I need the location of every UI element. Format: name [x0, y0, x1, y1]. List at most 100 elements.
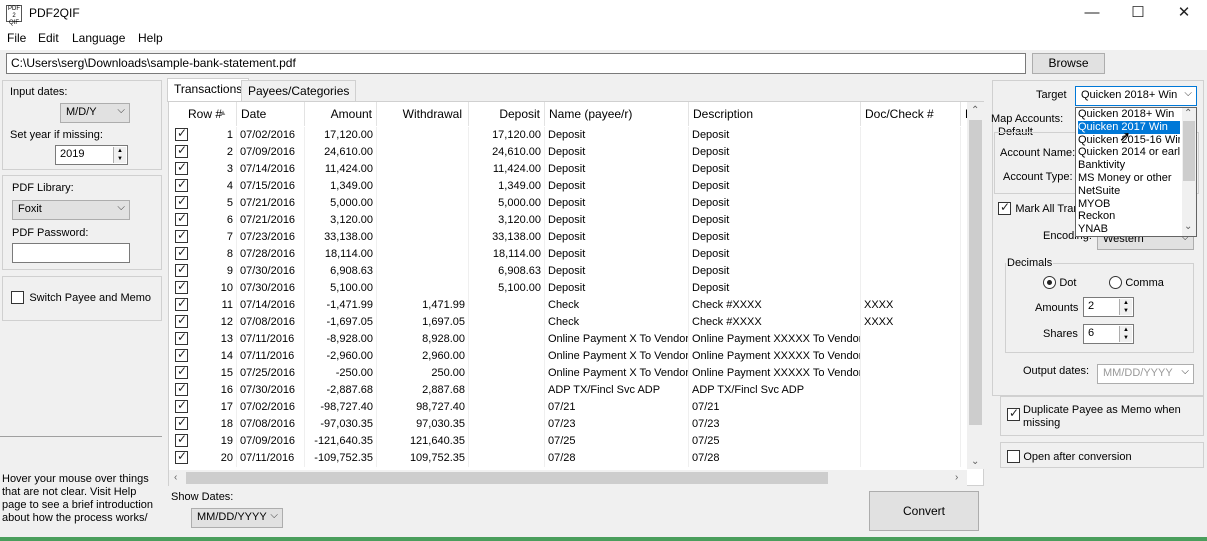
table-row[interactable]: 1807/08/2016-97,030.3597,030.35 07/2307/2… [169, 415, 969, 433]
cell-withdrawal[interactable]: 1,697.05 [377, 314, 469, 331]
cell-doc-check[interactable] [861, 382, 961, 399]
shares-field[interactable]: 6 ▲ ▼ [1083, 324, 1134, 344]
cell-withdrawal[interactable]: 8,928.00 [377, 331, 469, 348]
scroll-left-icon[interactable]: ‹ [174, 472, 177, 483]
cell-description[interactable]: 07/23 [689, 416, 861, 433]
column-header-name[interactable]: Name (payee/r) [545, 102, 689, 126]
cell-date[interactable]: 07/14/2016 [237, 161, 305, 178]
cell-amount[interactable]: 11,424.00 [305, 161, 377, 178]
cell-name[interactable]: Deposit [545, 178, 689, 195]
cell-doc-check[interactable] [861, 280, 961, 297]
cell-withdrawal[interactable]: 109,752.35 [377, 450, 469, 467]
column-header-deposit[interactable]: Deposit [469, 102, 545, 126]
cell-doc-check[interactable]: XXXX [861, 297, 961, 314]
cell-row-number[interactable]: 10 [193, 280, 237, 297]
cell-withdrawal[interactable]: 121,640.35 [377, 433, 469, 450]
target-select[interactable]: Quicken 2018+ Win ⌵ [1075, 86, 1197, 106]
dot-radio[interactable]: Dot [1043, 275, 1076, 290]
cell-deposit[interactable]: 11,424.00 [469, 161, 545, 178]
cell-row-number[interactable]: 4 [193, 178, 237, 195]
cell-amount[interactable]: 17,120.00 [305, 127, 377, 144]
dropdown-scroll-thumb[interactable] [1183, 121, 1195, 181]
cell-deposit[interactable] [469, 399, 545, 416]
cell-deposit[interactable]: 5,000.00 [469, 195, 545, 212]
cell-name[interactable]: 07/23 [545, 416, 689, 433]
cell-withdrawal[interactable]: 97,030.35 [377, 416, 469, 433]
cell-doc-check[interactable] [861, 212, 961, 229]
cell-deposit[interactable] [469, 450, 545, 467]
vertical-scroll-thumb[interactable] [969, 120, 982, 425]
cell-row-number[interactable]: 7 [193, 229, 237, 246]
table-row[interactable]: 2007/11/2016-109,752.35109,752.35 07/2807… [169, 449, 969, 467]
row-checkbox[interactable] [175, 126, 188, 141]
row-checkbox[interactable] [175, 194, 188, 209]
cell-deposit[interactable] [469, 416, 545, 433]
cell-amount[interactable]: 6,908.63 [305, 263, 377, 280]
table-row[interactable]: 507/21/20165,000.005,000.00DepositDeposi… [169, 194, 969, 212]
cell-description[interactable]: Deposit [689, 178, 861, 195]
cell-withdrawal[interactable] [377, 212, 469, 229]
row-checkbox[interactable] [175, 245, 188, 260]
row-checkbox[interactable] [175, 313, 188, 328]
cell-description[interactable]: Deposit [689, 144, 861, 161]
cell-amount[interactable]: -109,752.35 [305, 450, 377, 467]
table-row[interactable]: 307/14/201611,424.0011,424.00DepositDepo… [169, 160, 969, 178]
cell-name[interactable]: 07/21 [545, 399, 689, 416]
cell-withdrawal[interactable] [377, 144, 469, 161]
cell-row-number[interactable]: 9 [193, 263, 237, 280]
row-checkbox[interactable] [175, 262, 188, 277]
dropdown-option[interactable]: YNAB [1078, 223, 1180, 236]
cell-name[interactable]: Deposit [545, 195, 689, 212]
dropdown-option[interactable]: Reckon [1078, 210, 1180, 223]
cell-withdrawal[interactable]: 2,887.68 [377, 382, 469, 399]
cell-name[interactable]: Deposit [545, 263, 689, 280]
row-checkbox[interactable] [175, 296, 188, 311]
cell-doc-check[interactable] [861, 195, 961, 212]
cell-date[interactable]: 07/21/2016 [237, 212, 305, 229]
cell-row-number[interactable]: 13 [193, 331, 237, 348]
set-year-field[interactable]: 2019 ▲ ▼ [55, 145, 128, 165]
cell-withdrawal[interactable]: 250.00 [377, 365, 469, 382]
cell-description[interactable]: Online Payment XXXXX To Vendor [689, 348, 861, 365]
cell-name[interactable]: Deposit [545, 161, 689, 178]
cell-amount[interactable]: 18,114.00 [305, 246, 377, 263]
cell-description[interactable]: Check #XXXX [689, 297, 861, 314]
cell-amount[interactable]: 5,100.00 [305, 280, 377, 297]
cell-doc-check[interactable] [861, 365, 961, 382]
table-row[interactable]: 1907/09/2016-121,640.35121,640.35 07/2507… [169, 432, 969, 450]
file-path-input[interactable]: C:\Users\serg\Downloads\sample-bank-stat… [6, 53, 1026, 74]
cell-date[interactable]: 07/08/2016 [237, 314, 305, 331]
spinner-arrows-icon[interactable]: ▲ ▼ [1119, 299, 1132, 315]
cell-name[interactable]: Deposit [545, 127, 689, 144]
cell-doc-check[interactable] [861, 144, 961, 161]
cell-name[interactable]: Online Payment X To Vendor [545, 348, 689, 365]
cell-withdrawal[interactable] [377, 161, 469, 178]
close-button[interactable]: ✕ [1161, 0, 1207, 28]
cell-deposit[interactable] [469, 433, 545, 450]
spinner-arrows-icon[interactable]: ▲ ▼ [1119, 326, 1132, 342]
column-header-description[interactable]: Description [689, 102, 861, 126]
cell-row-number[interactable]: 2 [193, 144, 237, 161]
cell-row-number[interactable]: 15 [193, 365, 237, 382]
cell-deposit[interactable]: 5,100.00 [469, 280, 545, 297]
cell-name[interactable]: 07/28 [545, 450, 689, 467]
pdf-password-input[interactable] [12, 243, 130, 263]
cell-description[interactable]: Deposit [689, 229, 861, 246]
cell-doc-check[interactable] [861, 450, 961, 467]
cell-description[interactable]: Online Payment XXXXX To Vendor [689, 365, 861, 382]
cell-amount[interactable]: 33,138.00 [305, 229, 377, 246]
column-header-amount[interactable]: Amount [305, 102, 377, 126]
cell-row-number[interactable]: 11 [193, 297, 237, 314]
cell-name[interactable]: Deposit [545, 229, 689, 246]
cell-deposit[interactable] [469, 348, 545, 365]
cell-date[interactable]: 07/02/2016 [237, 127, 305, 144]
cell-amount[interactable]: -1,697.05 [305, 314, 377, 331]
tab-payees-categories[interactable]: Payees/Categories [241, 80, 357, 101]
scroll-up-icon[interactable]: ⌃ [971, 105, 979, 116]
input-dates-select[interactable]: M/D/Y ⌵ [60, 103, 130, 123]
dropdown-option[interactable]: Quicken 2018+ Win [1078, 108, 1180, 121]
cell-description[interactable]: Deposit [689, 161, 861, 178]
cell-description[interactable]: Deposit [689, 212, 861, 229]
row-checkbox[interactable] [175, 449, 188, 464]
cell-date[interactable]: 07/25/2016 [237, 365, 305, 382]
